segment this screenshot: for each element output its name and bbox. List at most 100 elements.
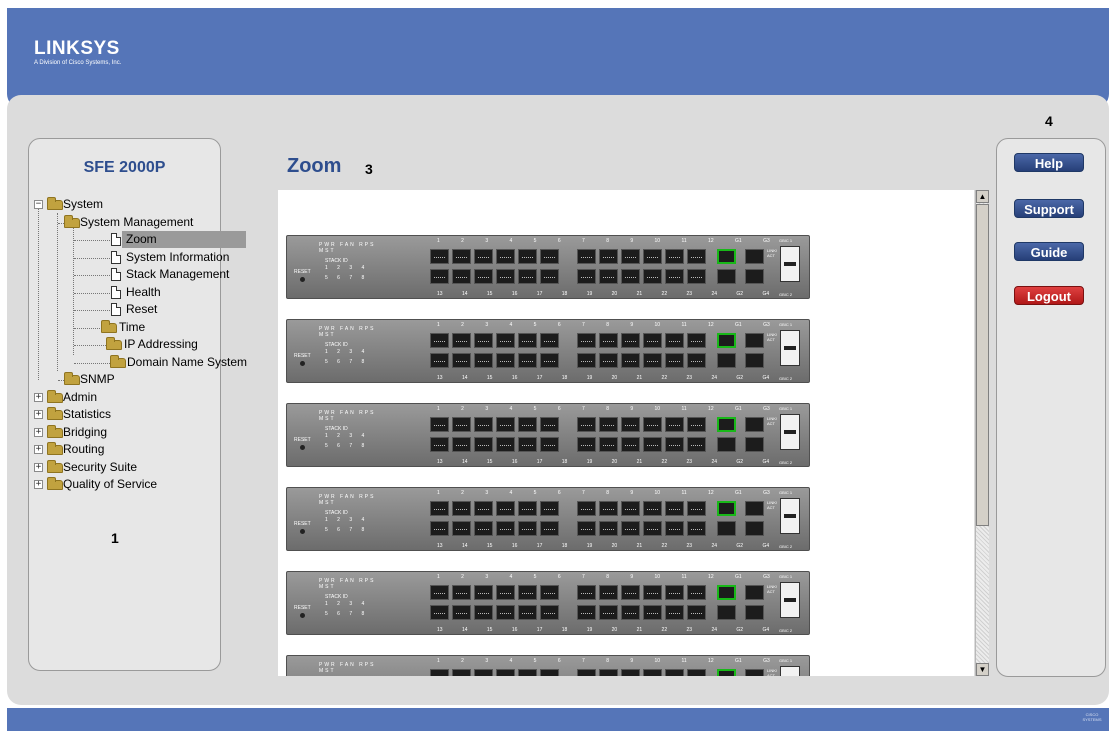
gigabit-port[interactable] <box>717 249 736 264</box>
ethernet-port[interactable] <box>518 501 537 516</box>
ethernet-port[interactable] <box>540 417 559 432</box>
ethernet-port[interactable] <box>430 249 449 264</box>
ethernet-port[interactable] <box>540 669 559 676</box>
ethernet-port[interactable] <box>430 437 449 452</box>
ethernet-port[interactable] <box>577 501 596 516</box>
ethernet-port[interactable] <box>577 353 596 368</box>
ethernet-port[interactable] <box>496 333 515 348</box>
ethernet-port[interactable] <box>540 605 559 620</box>
switch-unit[interactable]: PWR FAN RPS MSTSTACK ID1 2 3 45 6 7 8RES… <box>286 655 810 676</box>
ethernet-port[interactable] <box>496 249 515 264</box>
ethernet-port[interactable] <box>621 353 640 368</box>
tree-item-time[interactable]: Time <box>34 319 216 337</box>
ethernet-port[interactable] <box>599 501 618 516</box>
ethernet-port[interactable] <box>643 249 662 264</box>
ethernet-port[interactable] <box>518 521 537 536</box>
ethernet-port[interactable] <box>599 353 618 368</box>
ethernet-port[interactable] <box>540 353 559 368</box>
ethernet-port[interactable] <box>452 521 471 536</box>
gigabit-port[interactable] <box>745 249 764 264</box>
ethernet-port[interactable] <box>577 417 596 432</box>
ethernet-port[interactable] <box>430 501 449 516</box>
expand-icon[interactable]: + <box>34 445 43 454</box>
tree-item-system-management[interactable]: System Management <box>34 214 216 232</box>
ethernet-port[interactable] <box>577 333 596 348</box>
guide-button[interactable]: Guide <box>1014 242 1084 261</box>
ethernet-port[interactable] <box>687 249 706 264</box>
ethernet-port[interactable] <box>540 501 559 516</box>
ethernet-port[interactable] <box>665 605 684 620</box>
ethernet-port[interactable] <box>621 521 640 536</box>
expand-icon[interactable]: + <box>34 480 43 489</box>
ethernet-port[interactable] <box>687 333 706 348</box>
ethernet-port[interactable] <box>452 249 471 264</box>
ethernet-port[interactable] <box>430 605 449 620</box>
tree-item-admin[interactable]: + Admin <box>34 389 216 407</box>
ethernet-port[interactable] <box>518 605 537 620</box>
gigabit-port[interactable] <box>745 605 764 620</box>
ethernet-port[interactable] <box>643 501 662 516</box>
support-button[interactable]: Support <box>1014 199 1084 218</box>
gigabit-port[interactable] <box>745 669 764 676</box>
expand-icon[interactable]: + <box>34 427 43 437</box>
ethernet-port[interactable] <box>496 353 515 368</box>
ethernet-port[interactable] <box>474 249 493 264</box>
ethernet-port[interactable] <box>430 333 449 348</box>
scroll-thumb[interactable] <box>976 204 989 526</box>
tree-item-quality-of-service[interactable]: + Quality of Service <box>34 476 216 494</box>
gigabit-port[interactable] <box>717 353 736 368</box>
ethernet-port[interactable] <box>577 669 596 676</box>
ethernet-port[interactable] <box>540 269 559 284</box>
ethernet-port[interactable] <box>687 585 706 600</box>
ethernet-port[interactable] <box>518 269 537 284</box>
ethernet-port[interactable] <box>496 521 515 536</box>
scroll-up-button[interactable]: ▲ <box>976 190 989 203</box>
ethernet-port[interactable] <box>518 669 537 676</box>
ethernet-port[interactable] <box>621 605 640 620</box>
ethernet-port[interactable] <box>621 333 640 348</box>
ethernet-port[interactable] <box>687 521 706 536</box>
ethernet-port[interactable] <box>599 249 618 264</box>
ethernet-port[interactable] <box>452 585 471 600</box>
ethernet-port[interactable] <box>518 417 537 432</box>
ethernet-port[interactable] <box>474 417 493 432</box>
gbic-slot[interactable] <box>780 666 800 676</box>
ethernet-port[interactable] <box>621 437 640 452</box>
gigabit-port[interactable] <box>717 585 736 600</box>
tree-item-stack-management[interactable]: Stack Management <box>34 266 229 284</box>
ethernet-port[interactable] <box>430 417 449 432</box>
ethernet-port[interactable] <box>643 669 662 676</box>
gigabit-port[interactable] <box>745 437 764 452</box>
ethernet-port[interactable] <box>452 333 471 348</box>
tree-item-health[interactable]: Health <box>34 284 216 302</box>
ethernet-port[interactable] <box>496 501 515 516</box>
ethernet-port[interactable] <box>665 417 684 432</box>
gbic-slot[interactable] <box>780 330 800 366</box>
ethernet-port[interactable] <box>687 437 706 452</box>
gigabit-port[interactable] <box>745 353 764 368</box>
tree-item-system-information[interactable]: System Information <box>34 249 229 267</box>
gigabit-port[interactable] <box>717 417 736 432</box>
ethernet-port[interactable] <box>665 437 684 452</box>
ethernet-port[interactable] <box>643 521 662 536</box>
ethernet-port[interactable] <box>577 605 596 620</box>
tree-item-statistics[interactable]: + Statistics <box>34 406 216 424</box>
ethernet-port[interactable] <box>599 437 618 452</box>
ethernet-port[interactable] <box>474 501 493 516</box>
switch-unit[interactable]: PWR FAN RPS MSTSTACK ID1 2 3 45 6 7 8RES… <box>286 403 810 467</box>
ethernet-port[interactable] <box>540 521 559 536</box>
tree-item-domain-name-system[interactable]: Domain Name System <box>34 354 247 372</box>
ethernet-port[interactable] <box>540 249 559 264</box>
ethernet-port[interactable] <box>599 269 618 284</box>
ethernet-port[interactable] <box>577 249 596 264</box>
ethernet-port[interactable] <box>496 437 515 452</box>
ethernet-port[interactable] <box>496 269 515 284</box>
vertical-scrollbar[interactable]: ▲ ▼ <box>975 190 989 676</box>
ethernet-port[interactable] <box>474 669 493 676</box>
ethernet-port[interactable] <box>577 437 596 452</box>
tree-item-reset[interactable]: Reset <box>34 301 216 319</box>
expand-icon[interactable]: + <box>34 410 43 419</box>
ethernet-port[interactable] <box>665 585 684 600</box>
ethernet-port[interactable] <box>518 437 537 452</box>
ethernet-port[interactable] <box>430 669 449 676</box>
